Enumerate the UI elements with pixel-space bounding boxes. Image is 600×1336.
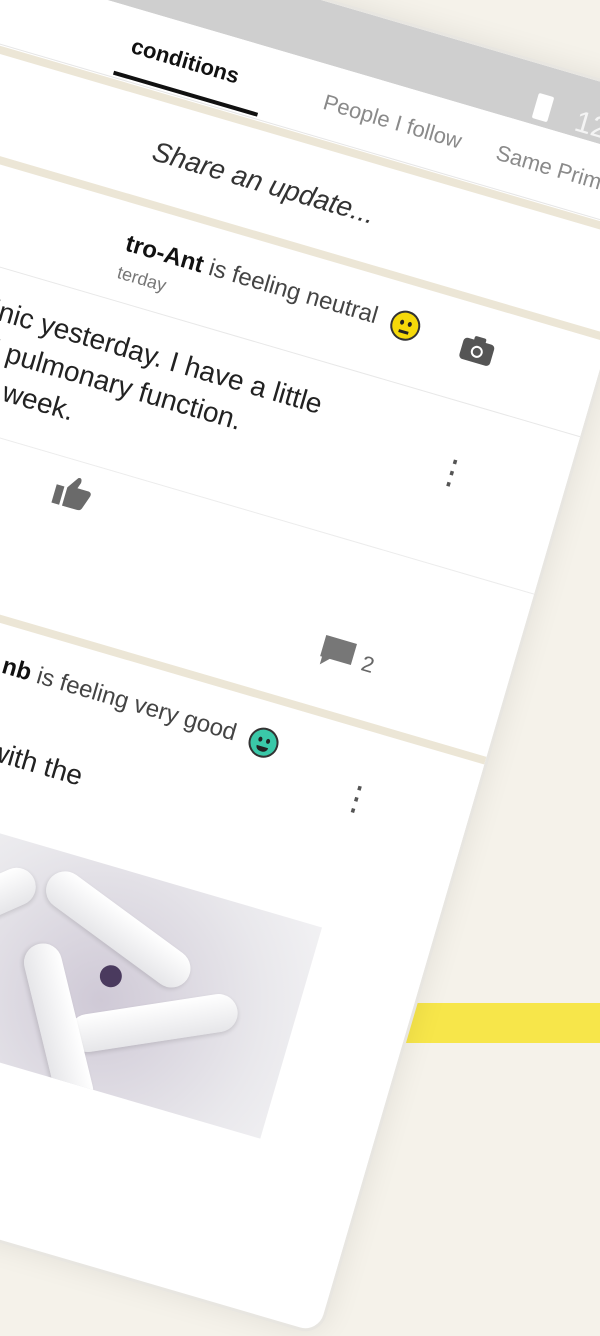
post-username[interactable]: nb	[0, 652, 35, 686]
comment-count: 2	[358, 650, 378, 679]
comment-icon[interactable]	[314, 632, 359, 680]
neutral-face-icon	[386, 307, 424, 345]
petal	[66, 991, 241, 1055]
battery-icon	[531, 92, 555, 123]
phone-frame: 12:30 conditions People I follow Same Pr…	[0, 0, 600, 1336]
thumbs-up-icon[interactable]	[49, 471, 96, 519]
flower-center	[97, 962, 125, 990]
camera-icon[interactable]	[456, 332, 498, 373]
happy-face-icon	[245, 724, 283, 762]
